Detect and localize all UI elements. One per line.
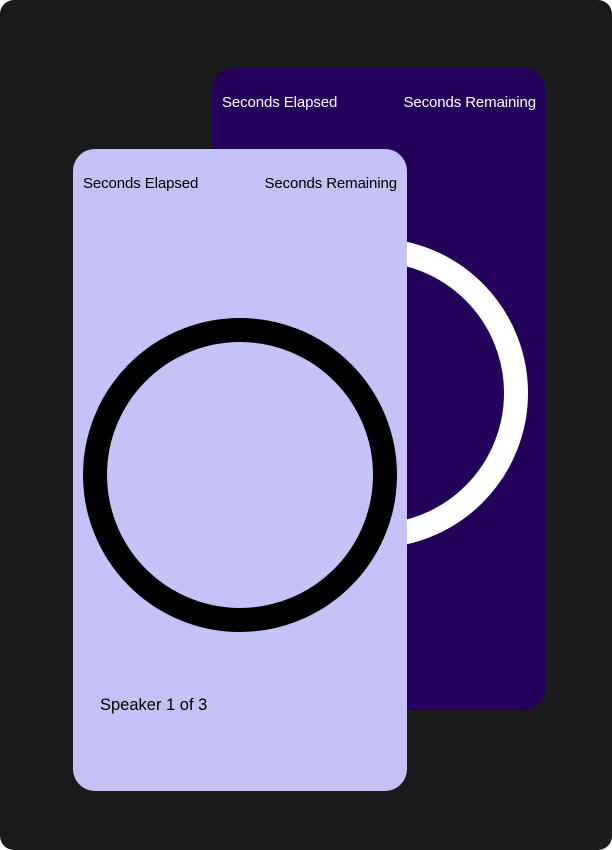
seconds-elapsed-label: Seconds Elapsed	[222, 94, 338, 111]
seconds-remaining-label: Seconds Remaining	[403, 94, 536, 111]
timer-card-front[interactable]: Seconds Elapsed Seconds Remaining Speake…	[73, 149, 407, 791]
app-canvas: Seconds Elapsed Seconds Remaining Second…	[0, 0, 612, 850]
seconds-elapsed-label: Seconds Elapsed	[83, 175, 199, 192]
speaker-count: Speaker 1 of 3	[100, 696, 208, 714]
seconds-remaining-label: Seconds Remaining	[264, 175, 397, 192]
timer-ring	[83, 318, 397, 632]
